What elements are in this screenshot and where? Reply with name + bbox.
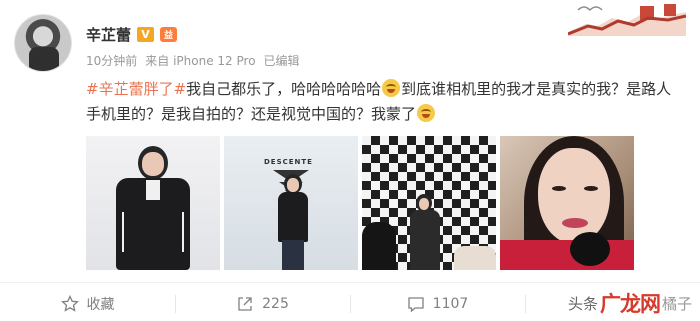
favorite-label: 收藏 xyxy=(86,297,115,313)
post-meta: 10分钟前 来自 iPhone 12 Pro 已编辑 xyxy=(86,52,300,69)
avatar[interactable] xyxy=(14,14,72,72)
image-gallery: DESCENTE xyxy=(86,136,634,270)
weibo-post: 辛芷蕾 V 益 10分钟前 来自 iPhone 12 Pro 已编辑 #辛芷蕾胖… xyxy=(0,0,700,321)
repost-count: 225 xyxy=(262,296,289,312)
post-time[interactable]: 10分钟前 xyxy=(86,52,137,69)
red-top xyxy=(500,240,634,270)
photo-descente-event[interactable]: DESCENTE xyxy=(224,136,358,270)
jacket-stripe xyxy=(122,212,124,252)
photo-checkered-backdrop[interactable] xyxy=(362,136,496,270)
repost-button[interactable]: 225 xyxy=(175,290,350,318)
laughing-tears-icon xyxy=(417,104,436,122)
topic-link[interactable]: #辛芷蕾胖了# xyxy=(86,80,186,98)
lips xyxy=(562,218,588,228)
figure-face xyxy=(538,148,610,244)
figure-face xyxy=(287,178,299,192)
figure-jacket xyxy=(410,210,440,270)
comment-icon xyxy=(408,297,424,313)
post-text: #辛芷蕾胖了#我自己都乐了，哈哈哈哈哈哈 到底谁相机里的我才是真实的我？是路人手机… xyxy=(86,77,686,127)
right-eye xyxy=(584,186,598,191)
watermark-suffix: 橘子 xyxy=(661,294,692,313)
left-eye xyxy=(552,186,566,191)
watermark: 头条 广龙网 橘子 xyxy=(568,288,692,318)
verified-badge[interactable]: V xyxy=(137,27,155,42)
member-badge[interactable]: 益 xyxy=(160,27,178,42)
action-divider xyxy=(0,282,700,283)
foreground-object xyxy=(454,246,496,270)
watermark-brand: 广龙网 xyxy=(599,291,661,316)
great-wall-decoration xyxy=(568,4,686,36)
post-text-segment-1: 我自己都乐了，哈哈哈哈哈哈 xyxy=(186,80,382,98)
jacket-stripe xyxy=(182,212,184,252)
black-pet xyxy=(570,232,610,266)
favorite-button[interactable]: 收藏 xyxy=(0,290,175,318)
author-line: 辛芷蕾 V 益 xyxy=(86,24,178,45)
photo-selfie[interactable] xyxy=(500,136,634,270)
figure-face xyxy=(419,198,429,210)
post-source: 来自 iPhone 12 Pro xyxy=(145,54,256,68)
figure-jacket xyxy=(278,192,308,242)
jacket-collar xyxy=(146,180,160,200)
star-icon xyxy=(60,295,79,312)
descente-logo-text: DESCENTE xyxy=(264,158,313,166)
foreground-person xyxy=(362,222,396,270)
photo-black-jacket[interactable] xyxy=(86,136,220,270)
author-name[interactable]: 辛芷蕾 xyxy=(86,24,131,45)
laughing-tears-icon xyxy=(382,79,401,97)
watermark-prefix: 头条 xyxy=(567,294,598,313)
comment-count: 1107 xyxy=(432,296,469,312)
comment-button[interactable]: 1107 xyxy=(350,290,525,318)
share-icon xyxy=(238,297,252,311)
edited-label[interactable]: 已编辑 xyxy=(264,52,300,69)
figure-face xyxy=(142,152,164,176)
figure-pants xyxy=(282,240,304,270)
